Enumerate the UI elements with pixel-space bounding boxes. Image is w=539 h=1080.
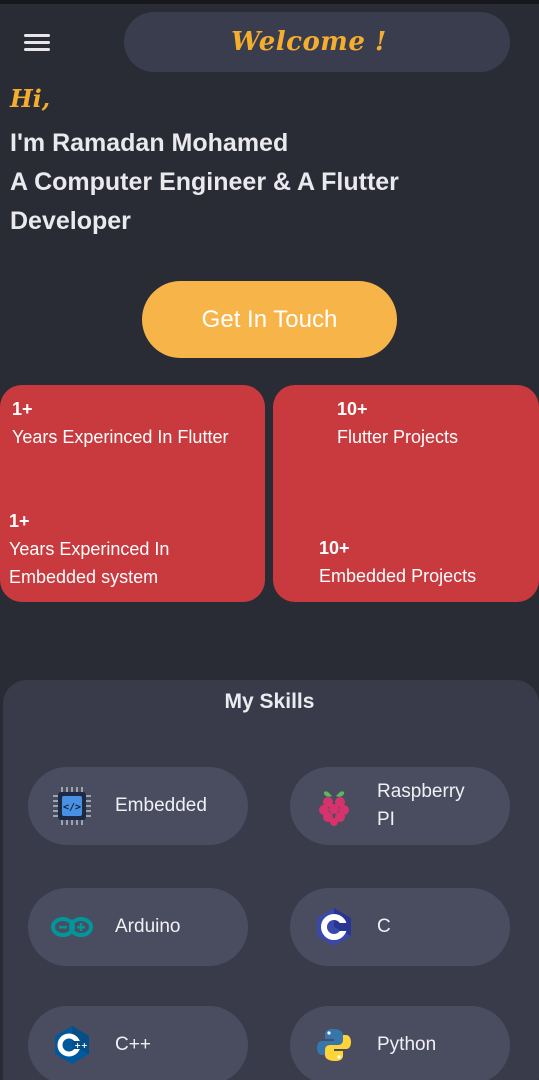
- chip-icon: </>: [53, 787, 91, 825]
- projects-card: 10+ Flutter Projects 10+ Embedded Projec…: [273, 385, 539, 602]
- skills-title: My Skills: [224, 690, 315, 713]
- skill-arduino[interactable]: Arduino: [28, 888, 248, 966]
- python-icon: [317, 1029, 351, 1061]
- top-border: [0, 0, 539, 4]
- skill-label: Arduino: [115, 916, 181, 937]
- embedded-years-label-1: Years Experinced In: [9, 539, 170, 559]
- skill-cpp[interactable]: ++ C++: [28, 1006, 248, 1080]
- hamburger-menu-icon[interactable]: [24, 34, 50, 52]
- embedded-years-label-2: Embedded system: [9, 567, 159, 587]
- raspberry-pi-icon: [319, 791, 349, 826]
- flutter-projects-label: Flutter Projects: [337, 427, 459, 447]
- embedded-projects-stat: 10+ Embedded Projects: [319, 534, 476, 590]
- greeting: Hi,: [10, 84, 51, 113]
- flutter-years-value: 1+: [12, 399, 33, 419]
- experience-card: 1+ Years Experinced In Flutter 1+ Years …: [0, 385, 265, 602]
- get-in-touch-button[interactable]: Get In Touch: [142, 281, 397, 358]
- flutter-years-stat: 1+ Years Experinced In Flutter: [12, 395, 228, 451]
- skill-label-line-1: Raspberry: [377, 781, 465, 802]
- skill-label: C++: [115, 1034, 151, 1055]
- skill-embedded[interactable]: </> Embedded: [28, 767, 248, 845]
- embedded-projects-value: 10+: [319, 538, 350, 558]
- skill-label: Embedded: [115, 795, 207, 816]
- cpp-language-icon: ++: [55, 1026, 89, 1064]
- role-line-1: A Computer Engineer & A Flutter: [10, 168, 399, 196]
- flutter-projects-value: 10+: [337, 399, 368, 419]
- embedded-years-stat: 1+ Years Experinced In Embedded system: [9, 507, 169, 591]
- skill-python[interactable]: Python: [290, 1006, 510, 1080]
- flutter-projects-stat: 10+ Flutter Projects: [337, 395, 458, 451]
- flutter-years-label: Years Experinced In Flutter: [12, 427, 229, 447]
- welcome-title: Welcome !: [231, 27, 387, 57]
- intro-text: I'm Ramadan Mohamed A Computer Engineer …: [10, 124, 530, 241]
- role-line-2: Developer: [10, 207, 131, 235]
- embedded-years-value: 1+: [9, 511, 30, 531]
- skill-label: C: [377, 916, 391, 937]
- c-language-icon: [317, 908, 351, 946]
- skill-raspberry-pi[interactable]: Raspberry PI: [290, 767, 510, 845]
- name-line: I'm Ramadan Mohamed: [10, 129, 289, 157]
- skill-label-line-2: PI: [377, 809, 395, 830]
- embedded-projects-label: Embedded Projects: [319, 566, 477, 586]
- skill-c[interactable]: C: [290, 888, 510, 966]
- arduino-icon: [51, 917, 93, 937]
- skill-label: Python: [377, 1034, 437, 1055]
- svg-text:++: ++: [74, 1041, 87, 1050]
- welcome-header: Welcome !: [124, 12, 510, 72]
- svg-text:</>: </>: [63, 802, 81, 813]
